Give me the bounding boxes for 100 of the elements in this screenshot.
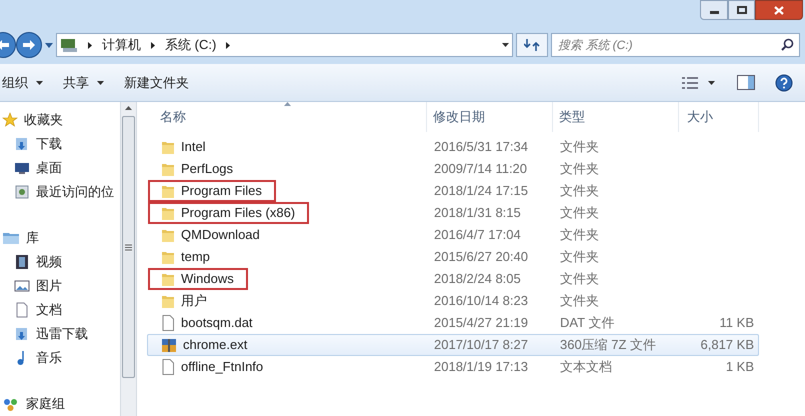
caret-icon	[97, 80, 104, 84]
toolbar-button[interactable]: 共享	[55, 70, 112, 96]
column-header[interactable]: 类型	[553, 102, 679, 132]
nav-item[interactable]: 文档	[0, 298, 120, 322]
file-name: Intel	[181, 138, 206, 156]
file-row[interactable]: chrome.ext 2017/10/17 8:27 360压缩 7Z 文件 6,817 KB	[147, 334, 759, 356]
download-folder-icon	[14, 136, 30, 152]
nav-item-label: 视频	[36, 253, 62, 272]
file-name: 用户	[181, 292, 207, 310]
file-type: 文件夹	[559, 270, 600, 288]
file-row[interactable]: Intel 2016/5/31 17:34 文件夹	[147, 136, 759, 158]
file-row[interactable]: Windows 2018/2/24 8:05 文件夹	[147, 268, 759, 290]
file-row[interactable]: 用户 2016/10/14 8:23 文件夹	[147, 290, 759, 312]
modified-date: 2018/1/31 8:15	[433, 204, 522, 222]
file-name: chrome.ext	[183, 336, 248, 354]
file-type: 文件夹	[559, 182, 600, 200]
file-size: 11 KB	[720, 314, 754, 332]
breadcrumb-item[interactable]: 计算机	[102, 35, 141, 55]
refresh-button[interactable]	[516, 33, 548, 57]
minimize-button[interactable]	[700, 0, 728, 20]
sort-arrow-icon	[284, 102, 291, 106]
file-type: 文件夹	[559, 160, 600, 178]
scrollbar-thumb[interactable]	[122, 116, 135, 378]
file-name: Program Files (x86)	[181, 204, 296, 222]
search-icon	[781, 38, 794, 51]
modified-date: 2015/4/27 21:19	[433, 314, 529, 332]
chevron-icon	[88, 42, 92, 48]
file-type: 文件夹	[559, 138, 600, 156]
nav-group-item[interactable]: 库	[0, 226, 120, 250]
chevron-icon	[226, 42, 230, 48]
homegroup-icon	[2, 396, 20, 412]
maximize-button[interactable]	[728, 0, 755, 20]
file-name: Program Files	[181, 182, 262, 200]
column-header[interactable]: 大小	[679, 102, 759, 132]
file-row[interactable]: QMDownload 2016/4/7 17:04 文件夹	[147, 224, 759, 246]
download-folder-icon	[14, 326, 30, 342]
folder-icon	[161, 228, 175, 242]
monitor-icon	[14, 160, 30, 176]
file-size: 1 KB	[726, 358, 754, 376]
file-type: DAT 文件	[559, 314, 616, 332]
nav-item[interactable]: 桌面	[0, 156, 120, 180]
breadcrumb-item[interactable]: 系统 (C:)	[165, 35, 216, 55]
document-icon	[14, 302, 30, 318]
file-row[interactable]: temp 2015/6/27 20:40 文件夹	[147, 246, 759, 268]
document-icon	[161, 359, 175, 375]
nav-item[interactable]: 图片	[0, 274, 120, 298]
nav-item[interactable]: 音乐	[0, 346, 120, 370]
document-icon	[161, 315, 175, 331]
nav-group-item[interactable]: 收藏夹	[0, 108, 120, 132]
file-row[interactable]: PerfLogs 2009/7/14 11:20 文件夹	[147, 158, 759, 180]
help-icon	[775, 74, 793, 92]
file-size: 6,817 KB	[700, 336, 754, 354]
nav-item-label: 最近访问的位	[36, 183, 114, 202]
nav-item-label: 文档	[36, 301, 62, 320]
modified-date: 2017/10/17 8:27	[433, 336, 529, 354]
folder-icon	[161, 272, 175, 286]
nav-group-label: 库	[26, 229, 39, 248]
nav-item[interactable]: 迅雷下载	[0, 322, 120, 346]
library-icon	[2, 230, 20, 246]
chevron-icon	[151, 42, 155, 48]
folder-icon	[161, 250, 175, 264]
nav-item-label: 下载	[36, 135, 62, 154]
close-button[interactable]	[755, 0, 803, 20]
nav-item[interactable]: 下载	[0, 132, 120, 156]
folder-icon	[161, 140, 175, 154]
toolbar-button[interactable]: 新建文件夹	[116, 70, 197, 96]
search-field[interactable]: 搜索 系统 (C:)	[551, 33, 800, 57]
file-row[interactable]: Program Files 2018/1/24 17:15 文件夹	[147, 180, 759, 202]
nav-group-item[interactable]: 家庭组	[0, 392, 120, 416]
file-row[interactable]: bootsqm.dat 2015/4/27 21:19 DAT 文件 11 KB	[147, 312, 759, 334]
file-type: 文件夹	[559, 292, 600, 310]
forward-button[interactable]	[16, 32, 42, 58]
close-icon	[774, 6, 784, 14]
caret-icon	[708, 80, 715, 84]
modified-date: 2018/1/24 17:15	[433, 182, 529, 200]
modified-date: 2018/1/19 17:13	[433, 358, 529, 376]
nav-item-label: 图片	[36, 277, 62, 296]
recent-places-icon	[14, 184, 30, 200]
file-row[interactable]: offline_FtnInfo 2018/1/19 17:13 文本文档 1 KB	[147, 356, 759, 378]
modified-date: 2009/7/14 11:20	[433, 160, 528, 178]
scroll-up-icon	[125, 106, 132, 110]
back-arrow-icon	[0, 40, 9, 50]
nav-item[interactable]: 最近访问的位	[0, 180, 120, 204]
nav-item[interactable]: 视频	[0, 250, 120, 274]
scrollbar[interactable]	[120, 102, 137, 416]
preview-pane-icon	[737, 75, 755, 90]
computer-icon	[60, 37, 78, 53]
file-name: PerfLogs	[181, 160, 234, 178]
file-row[interactable]: Program Files (x86) 2018/1/31 8:15 文件夹	[147, 202, 759, 224]
grip-icon	[125, 244, 132, 250]
film-icon	[14, 254, 30, 270]
archive-icon	[161, 337, 177, 353]
toolbar-button[interactable]: 组织	[0, 70, 51, 96]
column-header[interactable]: 修改日期	[427, 102, 553, 132]
caret-icon	[45, 42, 53, 48]
address-field[interactable]: 计算机 系统 (C:)	[56, 33, 513, 57]
modified-date: 2016/4/7 17:04	[433, 226, 522, 244]
file-name: Windows	[181, 270, 234, 288]
file-name: bootsqm.dat	[181, 314, 253, 332]
nav-item-label: 桌面	[36, 159, 62, 178]
